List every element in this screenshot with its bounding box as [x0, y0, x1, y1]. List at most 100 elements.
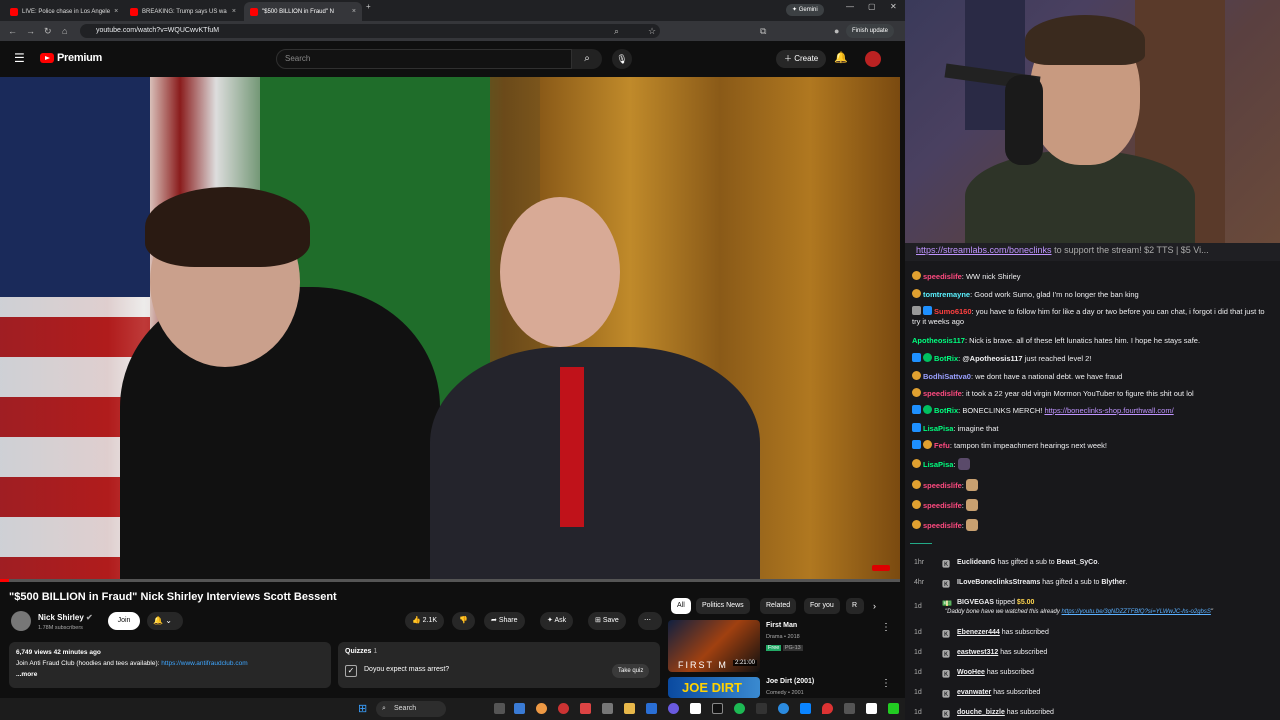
chip-for-you[interactable]: For you — [804, 598, 840, 614]
address-bar[interactable]: youtube.com/watch?v=WQUCwvKTfuM — [80, 24, 660, 38]
chat-username[interactable]: speedislife — [923, 481, 962, 490]
event-user[interactable]: EuclideanG — [957, 559, 996, 566]
event-user[interactable]: Ebenezer444 — [957, 629, 1000, 636]
new-tab-icon[interactable]: + — [366, 2, 371, 11]
save-button[interactable]: ⊞ Save — [588, 612, 626, 630]
like-button[interactable]: 👍 2.1K — [405, 612, 445, 630]
chat-username[interactable]: tomtremayne — [923, 290, 970, 299]
windows-start-icon[interactable]: ⊞ — [358, 702, 367, 715]
more-vert-icon[interactable]: ⋮ — [881, 622, 891, 633]
chat-username[interactable]: LisaPisa — [923, 424, 953, 433]
rec-title[interactable]: Joe Dirt (2001) — [766, 678, 814, 685]
event-user[interactable]: ILoveBoneclinksStreams — [957, 579, 1040, 586]
app-icon[interactable] — [580, 703, 591, 714]
app-icon[interactable] — [778, 703, 789, 714]
chat-username[interactable]: speedislife — [923, 521, 962, 530]
ask-button[interactable]: ✦ Ask — [540, 612, 574, 630]
rec-thumbnail-joe-dirt[interactable]: JOE DIRT — [668, 677, 760, 698]
channel-name[interactable]: Nick Shirley ✔ — [38, 613, 93, 622]
dislike-button[interactable]: 👎 — [452, 612, 475, 630]
description-box[interactable]: 6,749 views 42 minutes ago Join Anti Fra… — [9, 642, 331, 688]
close-window-icon[interactable]: ✕ — [890, 2, 897, 11]
video-progress-track[interactable] — [0, 579, 900, 582]
chat-username[interactable]: speedislife — [923, 389, 962, 398]
file-explorer-icon[interactable] — [624, 703, 635, 714]
event-user[interactable]: eastwest312 — [957, 649, 998, 656]
chat-link[interactable]: https://boneclinks-shop.fourthwall.com/ — [1044, 406, 1173, 415]
profile-icon[interactable]: ● — [834, 26, 839, 36]
app-icon[interactable] — [866, 703, 877, 714]
browser-tab-2[interactable]: BREAKING: Trump says US wa × — [124, 2, 242, 21]
more-vert-icon[interactable]: ⋮ — [881, 678, 891, 689]
chat-username[interactable]: BodhiSattva0 — [923, 372, 971, 381]
app-icon[interactable] — [558, 703, 569, 714]
youtube-logo[interactable]: Premium — [40, 52, 102, 64]
app-icon[interactable] — [888, 703, 899, 714]
app-icon[interactable] — [712, 703, 723, 714]
microphone-icon[interactable]: 🎙 — [612, 49, 632, 69]
chrome-icon[interactable] — [536, 703, 547, 714]
browser-tab-1[interactable]: LIVE: Police chase in Los Angele × — [4, 2, 122, 21]
app-icon[interactable] — [646, 703, 657, 714]
event-target[interactable]: Beast_SyCo — [1057, 559, 1098, 566]
app-icon[interactable] — [690, 703, 701, 714]
gemini-button[interactable]: ✦ Gemini — [786, 4, 824, 16]
chip-more[interactable]: R — [846, 598, 864, 614]
taskbar-search[interactable]: ⌕ Search — [376, 701, 446, 717]
notifications-bell-icon[interactable]: 🔔 — [834, 51, 848, 64]
subscribe-watermark-icon[interactable] — [872, 565, 890, 571]
share-button[interactable]: ➦ Share — [484, 612, 525, 630]
rec-title[interactable]: First Man — [766, 622, 797, 629]
edge-browser-icon[interactable] — [514, 703, 525, 714]
menu-icon[interactable]: ☰ — [14, 51, 25, 65]
user-avatar[interactable] — [865, 51, 881, 67]
chat-username[interactable]: BotRix — [934, 354, 958, 363]
app-icon[interactable] — [756, 703, 767, 714]
browser-tab-3-active[interactable]: "$500 BILLION in Fraud" N × — [244, 2, 362, 21]
finish-update-button[interactable]: Finish update — [846, 24, 895, 38]
chat-username[interactable]: LisaPisa — [923, 460, 953, 469]
event-user[interactable]: WooHee — [957, 669, 985, 676]
search-input[interactable]: Search — [276, 49, 572, 69]
subscription-bell-button[interactable]: 🔔 ⌄ — [147, 612, 183, 630]
tip-message-link[interactable]: https://youtu.be/3qNDZZTFBfQ?si=YLWwJC-h… — [1062, 609, 1211, 615]
close-tab-icon[interactable]: × — [232, 8, 236, 15]
description-link[interactable]: https://www.antifraudclub.com — [161, 660, 247, 667]
event-target[interactable]: Blyther — [1101, 579, 1125, 586]
home-icon[interactable]: ⌂ — [62, 26, 67, 36]
event-user[interactable]: douche_bizzle — [957, 709, 1005, 716]
chevron-right-icon[interactable]: › — [873, 601, 876, 611]
chat-username[interactable]: BotRix — [934, 406, 958, 415]
more-actions-icon[interactable]: ⋯ — [638, 612, 662, 630]
chip-related[interactable]: Related — [760, 598, 797, 614]
minimize-icon[interactable]: — — [846, 2, 854, 11]
app-icon[interactable] — [844, 703, 855, 714]
chat-username[interactable]: Sumo6160 — [934, 307, 972, 316]
forward-icon[interactable]: → — [26, 26, 35, 36]
app-icon[interactable] — [602, 703, 613, 714]
create-button[interactable]: ＋ Create — [776, 50, 827, 68]
chip-politics-news[interactable]: Politics News — [696, 598, 750, 614]
app-icon[interactable] — [668, 703, 679, 714]
close-tab-icon[interactable]: × — [114, 8, 118, 15]
app-icon[interactable] — [800, 703, 811, 714]
extensions-icon[interactable]: ⧉ — [760, 26, 766, 37]
close-tab-icon[interactable]: × — [352, 8, 356, 15]
maps-icon[interactable] — [822, 703, 833, 714]
chip-all[interactable]: All — [671, 598, 691, 614]
show-more-link[interactable]: ...more — [16, 669, 324, 680]
take-quiz-button[interactable]: Take quiz — [612, 664, 650, 678]
maximize-icon[interactable]: ▢ — [868, 2, 876, 11]
chat-username[interactable]: speedislife — [923, 501, 962, 510]
search-icon[interactable]: ⌕ — [572, 49, 602, 69]
spotify-icon[interactable] — [734, 703, 745, 714]
zoom-icon[interactable]: ⌕ — [614, 26, 619, 37]
task-view-icon[interactable] — [494, 703, 505, 714]
rec-thumbnail-first-man[interactable]: FIRST M 2:21:00 — [668, 620, 760, 672]
bookmark-star-icon[interactable]: ☆ — [648, 26, 656, 37]
back-icon[interactable]: ← — [8, 26, 17, 36]
reload-icon[interactable]: ↻ — [44, 26, 52, 37]
chat-username[interactable]: Fefu — [934, 441, 950, 450]
chat-username[interactable]: speedislife — [923, 272, 962, 281]
event-user[interactable]: BIGVEGAS — [957, 599, 994, 606]
